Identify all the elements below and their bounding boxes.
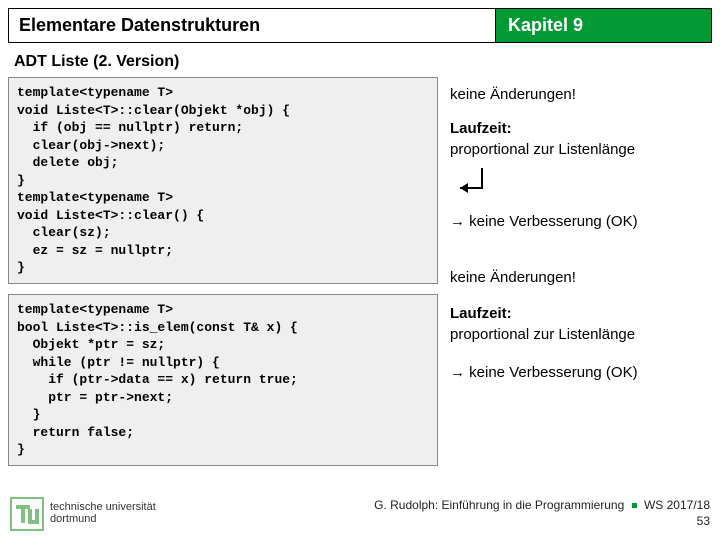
annotation-runtime-label-1: Laufzeit:: [450, 120, 512, 137]
slide-footer: technische universität dortmund G. Rudol…: [0, 492, 720, 540]
slide-header: Elementare Datenstrukturen Kapitel 9: [8, 8, 712, 43]
separator-icon: [632, 503, 637, 508]
annotation-nochange-1: keine Änderungen!: [450, 85, 712, 105]
footer-page-number: 53: [697, 514, 710, 528]
footer-uni-line1: technische universität: [50, 501, 156, 513]
annotation-runtime-text-2: proportional zur Listenlänge: [450, 326, 635, 343]
annotation-conclusion-2: → keine Verbesserung (OK): [450, 363, 712, 383]
footer-term: WS 2017/18: [644, 498, 710, 512]
annotation-runtime-text-1: proportional zur Listenlänge: [450, 141, 635, 158]
header-title-left: Elementare Datenstrukturen: [8, 8, 496, 43]
annotation-runtime-label-2: Laufzeit:: [450, 305, 512, 322]
slide-subtitle: ADT Liste (2. Version): [14, 53, 712, 71]
arrow-icon: [454, 164, 712, 204]
tu-logo-icon: [10, 497, 44, 531]
code-block-iselem: template<typename T> bool Liste<T>::is_e…: [8, 294, 438, 466]
code-block-clear: template<typename T> void Liste<T>::clea…: [8, 77, 438, 284]
annotation-conclusion-1: → keine Verbesserung (OK): [450, 212, 712, 232]
header-title-right: Kapitel 9: [496, 8, 712, 43]
annotation-nochange-2: keine Änderungen!: [450, 268, 712, 288]
footer-credit: G. Rudolph: Einführung in die Programmie…: [374, 498, 624, 512]
footer-uni-line2: dortmund: [50, 513, 96, 525]
